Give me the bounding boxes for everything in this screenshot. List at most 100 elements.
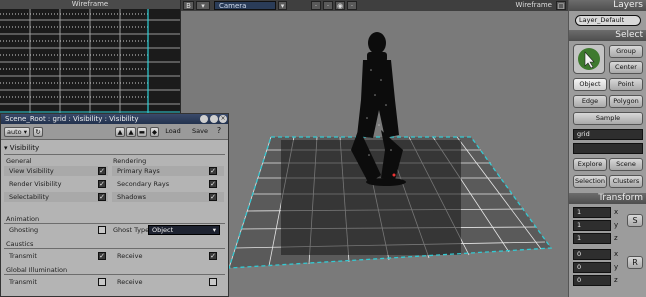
view-icon-3[interactable]: · [347,1,357,10]
rendering-group-label: Rendering [113,157,147,165]
scene-button[interactable]: Scene [609,158,643,171]
help-button[interactable]: ? [214,127,224,137]
point-button[interactable]: Point [609,78,643,91]
caustics-receive-label: Receive [117,252,143,260]
ghost-type-label: Ghost Type [113,226,150,234]
camera-select[interactable]: Camera [214,1,276,10]
layer-select-label: Layer_Default [579,16,625,24]
top-viewport-grid [0,9,180,113]
shadows-checkbox[interactable]: ✓ [209,193,217,201]
scale-x-field[interactable]: 1 [573,207,611,218]
camera-dropdown-arrow-icon[interactable]: ▾ [278,1,287,10]
lock-icon[interactable]: ◆ [150,127,159,137]
caustics-group-label: Caustics [6,240,34,248]
camera-select-label: Camera [219,2,247,10]
caustics-transmit-checkbox[interactable]: ✓ [98,252,106,260]
axis-y-label: y [614,221,619,229]
gi-transmit-label: Transmit [9,278,37,286]
view-icon-1[interactable]: · [311,1,321,10]
transform-header: Transform [569,193,646,204]
ghost-type-value: Object [152,226,174,234]
render-visibility-checkbox[interactable]: ✓ [98,180,106,188]
view-icon-2[interactable]: · [323,1,333,10]
animation-group-label: Animation [6,215,40,223]
ghost-type-select[interactable]: Object ▾ [148,225,220,235]
tool-icon-1[interactable]: ▲ [115,127,125,137]
caustics-transmit-label: Transmit [9,252,37,260]
tool-icon-2[interactable]: ▲ [126,127,136,137]
rot-axis-x-label: x [614,250,619,258]
scene-render [228,32,553,269]
gi-transmit-checkbox[interactable] [98,278,106,286]
ghosting-checkbox[interactable] [98,226,106,234]
load-button[interactable]: Load [161,127,185,137]
general-group-label: General [6,157,32,165]
viewport-letter-b[interactable]: B [183,1,194,10]
dialog-title-bar[interactable]: Scene_Root : grid : Visibility : Visibil… [1,114,228,124]
secondary-rays-checkbox[interactable]: ✓ [209,180,217,188]
rotate-z-field[interactable]: 0 [573,275,611,286]
gi-group-label: Global Illumination [6,266,68,274]
group-button[interactable]: Group [609,45,643,58]
view-visibility-checkbox[interactable]: ✓ [98,167,106,175]
right-panel: Layers Layer_Default Select Group Center… [568,0,646,297]
top-viewport[interactable]: Wireframe [0,0,180,113]
dialog-title: Scene_Root : grid : Visibility : Visibil… [5,115,139,123]
view-visibility-label: View Visibility [9,167,54,175]
axis-z-label: z [614,234,618,242]
section-visibility[interactable]: ▾ Visibility [1,144,228,153]
caustics-receive-checkbox[interactable]: ✓ [209,252,217,260]
render-visibility-label: Render Visibility [9,180,62,188]
minimize-icon[interactable] [200,115,208,123]
refresh-icon[interactable]: ↻ [33,127,43,137]
viewport-menu-button[interactable]: ▾ [196,1,210,10]
selectability-label: Selectability [9,193,49,201]
scale-y-field[interactable]: 1 [573,220,611,231]
main-viewport[interactable] [181,0,568,297]
selectability-checkbox[interactable]: ✓ [98,193,106,201]
rotate-r-button[interactable]: R [627,256,643,269]
primary-rays-checkbox[interactable]: ✓ [209,167,217,175]
rotate-y-field[interactable]: 0 [573,262,611,273]
gi-divider [4,274,225,275]
close-icon[interactable]: × [219,115,227,123]
visibility-divider [4,154,225,155]
dialog-toolbar: auto ▾ ↻ ▲ ▲ ▬ ◆ Load Save ? [1,124,228,140]
clusters-button[interactable]: Clusters [609,175,643,188]
scale-z-field[interactable]: 1 [573,233,611,244]
top-viewport-title: Wireframe [0,0,180,9]
maximize-icon[interactable]: □ [556,1,566,10]
display-mode-label[interactable]: Wireframe [515,1,552,10]
gi-receive-label: Receive [117,278,143,286]
selection-name-field[interactable]: grid [573,129,643,140]
scale-s-button[interactable]: S [627,214,643,227]
save-button[interactable]: Save [188,127,212,137]
selection-button[interactable]: Selection [573,175,607,188]
select-arrow-button[interactable] [573,44,605,74]
rotate-x-field[interactable]: 0 [573,249,611,260]
visibility-property-dialog: Scene_Root : grid : Visibility : Visibil… [0,113,229,297]
primary-rays-label: Primary Rays [117,167,160,175]
axis-x-label: x [614,208,619,216]
center-button[interactable]: Center [609,61,643,74]
eye-icon[interactable]: ◉ [335,1,345,10]
auto-label: auto [7,128,22,136]
animation-divider [4,223,225,224]
secondary-rays-label: Secondary Rays [117,180,170,188]
explore-button[interactable]: Explore [573,158,607,171]
viewport-header: B ▾ Camera ▾ · · ◉ · Wireframe □ [181,0,568,11]
selection-filter-field[interactable] [573,143,643,154]
rot-axis-y-label: y [614,263,619,271]
rot-axis-z-label: z [614,276,618,284]
auto-select[interactable]: auto ▾ [4,127,30,137]
polygon-button[interactable]: Polygon [609,95,643,108]
layer-select[interactable]: Layer_Default [575,15,641,26]
arrow-cursor-icon [578,48,600,70]
gi-receive-checkbox[interactable] [209,278,217,286]
restore-icon[interactable] [210,115,218,123]
layers-header: Layers [569,0,646,11]
sample-button[interactable]: Sample [573,112,643,125]
edge-button[interactable]: Edge [573,95,607,108]
tool-icon-3[interactable]: ▬ [137,127,147,137]
object-button[interactable]: Object [573,78,607,91]
